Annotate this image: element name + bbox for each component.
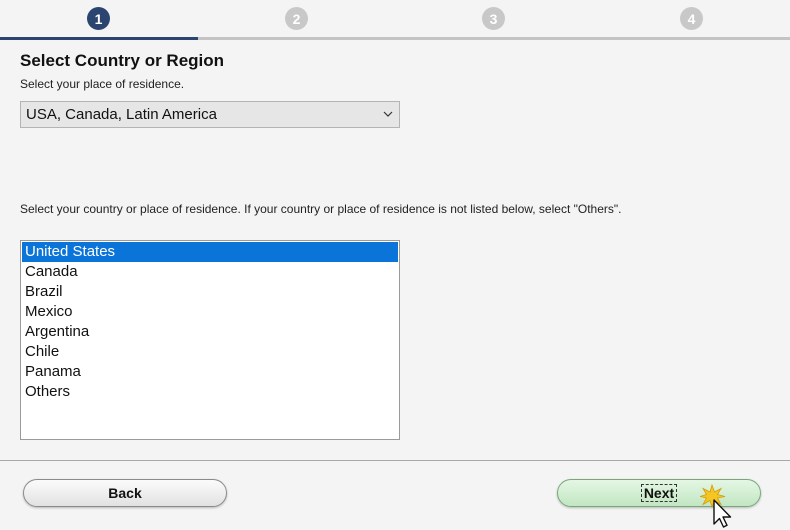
footer-divider <box>0 460 790 461</box>
step-1-circle: 1 <box>87 7 110 30</box>
list-item-brazil[interactable]: Brazil <box>22 282 398 302</box>
step-progress-remaining <box>198 37 790 40</box>
back-button[interactable]: Back <box>23 479 227 507</box>
list-item-mexico[interactable]: Mexico <box>22 302 398 322</box>
pointer-cursor-icon <box>700 484 732 528</box>
list-item-canada[interactable]: Canada <box>22 262 398 282</box>
list-item-panama[interactable]: Panama <box>22 362 398 382</box>
instruction-text: Select your country or place of residenc… <box>20 202 622 216</box>
list-item-argentina[interactable]: Argentina <box>22 322 398 342</box>
list-item-others[interactable]: Others <box>22 382 398 402</box>
step-indicator: 1 2 3 4 <box>0 0 790 40</box>
region-select[interactable]: USA, Canada, Latin America <box>20 101 400 128</box>
region-select-value: USA, Canada, Latin America <box>26 106 217 123</box>
next-button-label: Next <box>640 484 678 502</box>
step-progress-done <box>0 37 198 40</box>
page-title: Select Country or Region <box>20 51 225 70</box>
back-button-label: Back <box>108 485 142 501</box>
page-subtitle: Select your place of residence. <box>20 77 185 91</box>
country-listbox[interactable]: United States Canada Brazil Mexico Argen… <box>20 240 400 440</box>
step-2-circle: 2 <box>285 7 308 30</box>
list-item-chile[interactable]: Chile <box>22 342 398 362</box>
list-item-united-states[interactable]: United States <box>22 242 398 262</box>
chevron-down-icon <box>383 111 393 117</box>
step-4-circle: 4 <box>680 7 703 30</box>
step-3-circle: 3 <box>482 7 505 30</box>
click-burst-icon <box>700 484 726 509</box>
